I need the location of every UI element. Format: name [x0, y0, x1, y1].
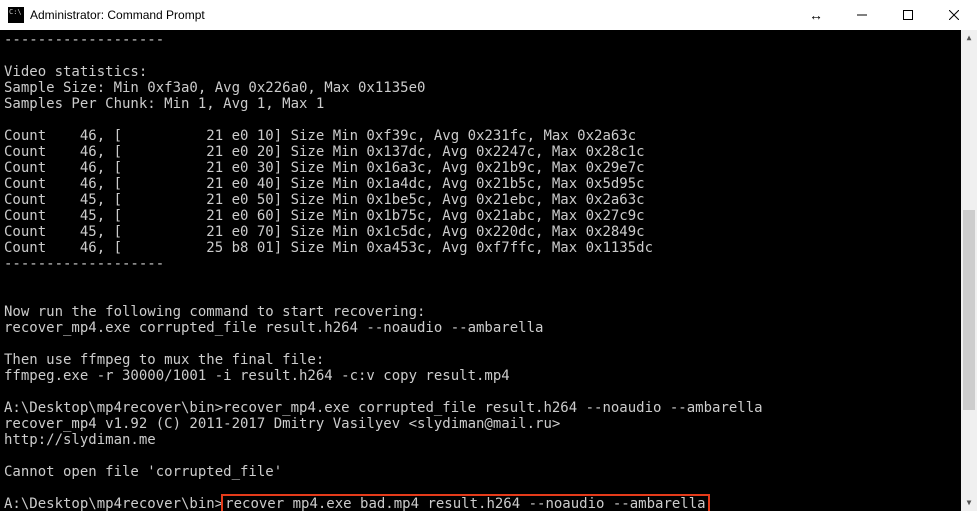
- titlebar[interactable]: Administrator: Command Prompt ↔: [0, 0, 977, 30]
- instruction-line: Now run the following command to start r…: [4, 304, 425, 320]
- count-line: Count 46, [ 21 e0 40] Size Min 0x1a4dc, …: [4, 176, 645, 192]
- sample-size-line: Sample Size: Min 0xf3a0, Avg 0x226a0, Ma…: [4, 80, 425, 96]
- separator: -------------------: [4, 256, 164, 272]
- instruction-line: Then use ffmpeg to mux the final file:: [4, 352, 324, 368]
- entered-command: recover_mp4.exe corrupted_file result.h2…: [223, 400, 762, 416]
- count-line: Count 45, [ 21 e0 60] Size Min 0x1b75c, …: [4, 208, 645, 224]
- scroll-up-arrow[interactable]: ▲: [961, 30, 977, 46]
- suggested-command: recover_mp4.exe corrupted_file result.h2…: [4, 320, 543, 336]
- terminal-output[interactable]: ------------------- Video statistics: Sa…: [0, 30, 977, 511]
- close-button[interactable]: [931, 0, 977, 30]
- version-line: recover_mp4 v1.92 (C) 2011-2017 Dmitry V…: [4, 416, 560, 432]
- scroll-down-arrow[interactable]: ▼: [961, 495, 977, 511]
- separator: -------------------: [4, 32, 164, 48]
- highlighted-command[interactable]: recover_mp4.exe bad.mp4 result.h264 --no…: [221, 494, 709, 511]
- url-line: http://slydiman.me: [4, 432, 156, 448]
- prompt: A:\Desktop\mp4recover\bin>: [4, 400, 223, 416]
- count-line: Count 46, [ 21 e0 10] Size Min 0xf39c, A…: [4, 128, 636, 144]
- count-line: Count 46, [ 25 b8 01] Size Min 0xa453c, …: [4, 240, 653, 256]
- video-stats-header: Video statistics:: [4, 64, 147, 80]
- suggested-command: ffmpeg.exe -r 30000/1001 -i result.h264 …: [4, 368, 510, 384]
- count-line: Count 45, [ 21 e0 70] Size Min 0x1c5dc, …: [4, 224, 645, 240]
- window-controls: [839, 0, 977, 30]
- count-line: Count 45, [ 21 e0 50] Size Min 0x1be5c, …: [4, 192, 645, 208]
- vertical-scrollbar[interactable]: ▲ ▼: [961, 30, 977, 511]
- count-line: Count 46, [ 21 e0 20] Size Min 0x137dc, …: [4, 144, 645, 160]
- cmd-icon: [8, 7, 24, 23]
- prompt: A:\Desktop\mp4recover\bin>: [4, 496, 223, 511]
- command-prompt-window: Administrator: Command Prompt ↔ --------…: [0, 0, 977, 511]
- samples-per-chunk-line: Samples Per Chunk: Min 1, Avg 1, Max 1: [4, 96, 324, 112]
- window-title: Administrator: Command Prompt: [30, 8, 205, 22]
- minimize-button[interactable]: [839, 0, 885, 30]
- scrollbar-thumb[interactable]: [963, 210, 975, 410]
- resize-indicator-icon: ↔: [793, 7, 839, 23]
- maximize-button[interactable]: [885, 0, 931, 30]
- count-line: Count 46, [ 21 e0 30] Size Min 0x16a3c, …: [4, 160, 645, 176]
- error-line: Cannot open file 'corrupted_file': [4, 464, 282, 480]
